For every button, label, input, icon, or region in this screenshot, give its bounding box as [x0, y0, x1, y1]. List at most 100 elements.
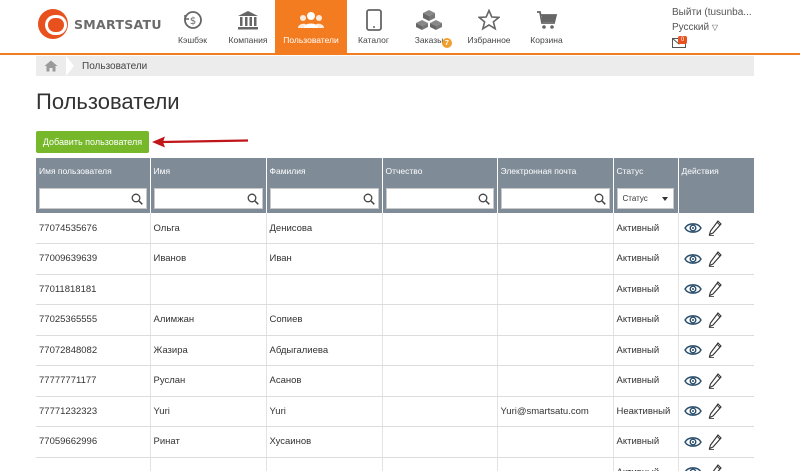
edit-pencil-icon[interactable] — [708, 220, 722, 236]
edit-pencil-icon[interactable] — [708, 250, 722, 267]
nav-item-cart[interactable]: Корзина — [520, 0, 573, 53]
users-table: Имя пользователя Имя Фамилия Отчество Эл… — [36, 158, 755, 471]
edit-pencil-icon[interactable] — [708, 281, 722, 298]
email-cell[interactable]: Yuri@smartsatu.com — [497, 396, 614, 427]
middle-name-cell — [382, 213, 498, 244]
nav-item-cashback[interactable]: $ Кэшбэк — [164, 0, 221, 53]
main-nav: $ Кэшбэк Компания Пользователи Каталог З… — [164, 0, 573, 53]
username-filter-input[interactable] — [39, 187, 147, 209]
email-cell[interactable] — [497, 243, 614, 275]
first-name-cell: Алимжан — [150, 304, 267, 336]
username-cell: 77011818181 — [36, 274, 151, 305]
username-cell: 77059662996 — [36, 426, 151, 458]
actions-cell — [678, 274, 754, 305]
email-cell[interactable] — [497, 426, 614, 458]
status-cell: Активный — [613, 426, 679, 458]
status-filter-select[interactable]: Статус — [616, 187, 674, 209]
last-name-filter-input[interactable] — [269, 187, 379, 209]
first-name-cell: Ольга — [150, 213, 267, 244]
column-header-username[interactable]: Имя пользователя — [36, 158, 151, 183]
breadcrumb-separator — [66, 56, 74, 76]
table-row: 77059662996 Ринат Хусаинов Активный — [36, 426, 754, 458]
nav-item-users[interactable]: Пользователи — [275, 0, 347, 53]
view-eye-icon[interactable] — [683, 436, 702, 448]
status-cell: Активный — [613, 274, 679, 305]
middle-name-cell — [382, 365, 498, 397]
middle-name-filter-input[interactable] — [385, 187, 494, 209]
first-name-filter-input[interactable] — [153, 187, 263, 209]
middle-name-cell — [382, 457, 498, 471]
logout-link[interactable]: Выйти (tusunba... — [672, 5, 752, 20]
search-icon — [247, 193, 259, 205]
email-cell[interactable] — [497, 457, 614, 471]
cashback-icon: $ — [183, 11, 202, 29]
user-area: Выйти (tusunba... Русский ▽ — [672, 5, 752, 35]
column-header-last-name[interactable]: Фамилия — [266, 158, 383, 183]
view-eye-icon[interactable] — [683, 375, 702, 387]
table-row: 77074535676 Ольга Денисова Активный — [36, 213, 754, 244]
view-eye-icon[interactable] — [683, 344, 702, 356]
actions-cell — [678, 243, 754, 275]
email-cell[interactable] — [497, 213, 614, 244]
view-eye-icon[interactable] — [683, 405, 702, 417]
email-cell[interactable] — [497, 365, 614, 397]
brand-logo[interactable]: SMARTSATU — [38, 8, 162, 40]
breadcrumb-home[interactable] — [36, 56, 66, 76]
email-cell[interactable] — [497, 274, 614, 305]
edit-pencil-icon[interactable] — [708, 403, 722, 420]
top-header: SMARTSATU $ Кэшбэк Компания Пользователи… — [0, 0, 800, 55]
star-icon — [478, 9, 500, 31]
nav-item-company[interactable]: Компания — [221, 0, 275, 53]
last-name-cell: Абдыгалиева — [266, 335, 383, 366]
nav-item-catalog[interactable]: Каталог — [347, 0, 400, 53]
column-header-first-name[interactable]: Имя — [150, 158, 267, 183]
language-selector[interactable]: Русский ▽ — [672, 20, 752, 35]
view-eye-icon[interactable] — [683, 222, 702, 234]
orders-badge: 7 — [442, 38, 452, 48]
username-cell: 77777771177 — [36, 365, 151, 397]
nav-item-favorites[interactable]: Избранное — [458, 0, 520, 53]
status-cell: Активный — [613, 335, 679, 366]
first-name-cell — [150, 274, 267, 305]
svg-text:$: $ — [189, 16, 195, 27]
email-cell[interactable] — [497, 335, 614, 366]
last-name-cell: Сопиев — [266, 304, 383, 336]
first-name-cell: Yuri — [150, 396, 267, 427]
status-cell: Активный — [613, 213, 679, 244]
first-name-cell: Руслан — [150, 365, 267, 397]
view-eye-icon[interactable] — [683, 314, 702, 326]
nav-item-orders[interactable]: Заказы 7 — [400, 0, 458, 53]
first-name-cell: Ринат — [150, 426, 267, 458]
bank-icon — [238, 11, 258, 30]
table-row: 77025365555 Алимжан Сопиев Активный — [36, 304, 754, 336]
column-header-status[interactable]: Статус — [613, 158, 679, 183]
mail-count-badge: 0 — [678, 36, 687, 44]
table-row: 77011818181 Активный — [36, 274, 754, 305]
last-name-cell: Денисова — [266, 213, 383, 244]
column-header-email[interactable]: Электронная почта — [497, 158, 614, 183]
chevron-down-icon: ▽ — [711, 23, 719, 32]
view-eye-icon[interactable] — [683, 283, 702, 295]
actions-cell — [678, 365, 754, 397]
nav-label-cart: Корзина — [530, 35, 563, 45]
cart-icon — [536, 11, 557, 29]
email-cell[interactable] — [497, 304, 614, 336]
edit-pencil-icon[interactable] — [708, 464, 722, 471]
email-filter-input[interactable] — [500, 187, 610, 209]
add-user-button[interactable]: Добавить пользователя — [36, 131, 149, 153]
username-cell: 77771232323 — [36, 396, 151, 427]
username-cell — [36, 457, 151, 471]
breadcrumb-current: Пользователи — [82, 60, 148, 72]
middle-name-cell — [382, 335, 498, 366]
edit-pencil-icon[interactable] — [708, 311, 722, 328]
logo-mark-icon — [38, 9, 68, 39]
last-name-cell: Иван — [266, 243, 383, 275]
edit-pencil-icon[interactable] — [708, 372, 722, 389]
view-eye-icon[interactable] — [684, 466, 702, 471]
edit-pencil-icon[interactable] — [708, 342, 722, 359]
column-header-middle-name[interactable]: Отчество — [382, 158, 498, 183]
view-eye-icon[interactable] — [683, 253, 702, 265]
edit-pencil-icon[interactable] — [708, 433, 722, 450]
filter-row: Статус — [36, 183, 755, 213]
username-cell: 77025365555 — [36, 304, 151, 336]
